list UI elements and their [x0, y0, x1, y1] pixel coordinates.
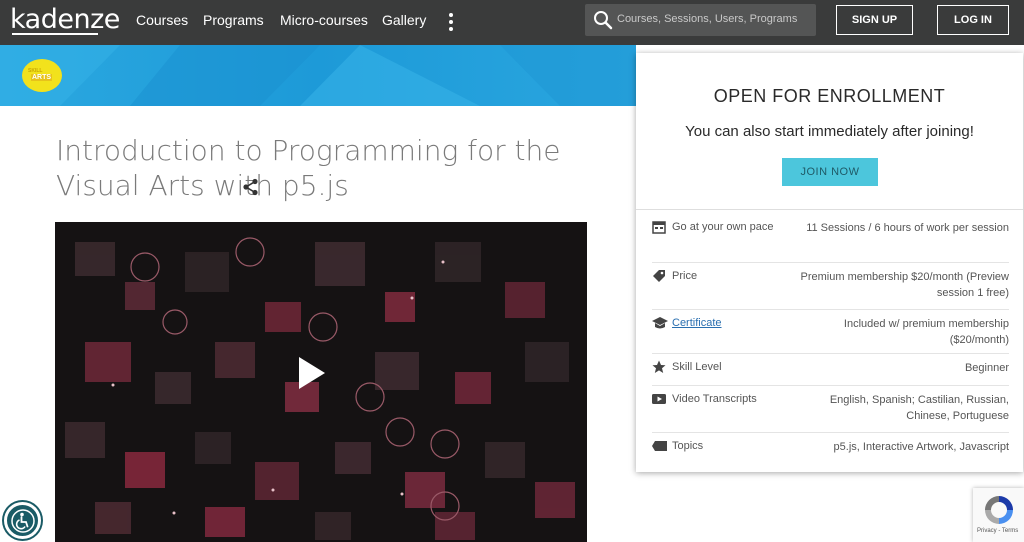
detail-value-certificate: Included w/ premium membership ($20/mont…: [843, 318, 1009, 346]
detail-label-skill-level: Skill Level: [672, 361, 722, 373]
detail-value-pace: 11 Sessions / 6 hours of work per sessio…: [806, 222, 1009, 234]
banner-pattern: [0, 45, 636, 106]
wheelchair-icon: [10, 508, 35, 533]
badge-main-text: ARTS: [31, 74, 53, 81]
detail-value-transcripts: English, Spanish; Castilian, Russian, Ch…: [829, 394, 1009, 422]
detail-value-price: Premium membership $20/month (Preview se…: [800, 271, 1009, 299]
course-title: Introduction to Programming for the Visu…: [56, 134, 561, 202]
detail-label-transcripts: Video Transcripts: [672, 393, 757, 405]
logo-underline: [12, 33, 98, 35]
more-menu-icon[interactable]: [445, 12, 457, 32]
recaptcha-icon: [985, 496, 1013, 524]
recaptcha-footer[interactable]: Privacy - Terms: [977, 528, 1018, 534]
detail-row-certificate: Certificate Included w/ premium membersh…: [652, 312, 1009, 354]
enrollment-card-header: OPEN FOR ENROLLMENT You can also start i…: [636, 53, 1023, 209]
graduation-cap-icon: [652, 317, 668, 329]
play-button-icon[interactable]: [299, 357, 325, 389]
detail-label-pace: Go at your own pace: [672, 221, 774, 233]
star-icon: [652, 360, 666, 373]
enrollment-heading: OPEN FOR ENROLLMENT: [713, 86, 946, 106]
card-divider: [636, 209, 1023, 210]
detail-label-price: Price: [672, 270, 698, 282]
detail-row-skill-level: Skill Level Beginner: [652, 356, 1009, 386]
share-icon[interactable]: [242, 178, 260, 196]
recaptcha-badge[interactable]: Privacy - Terms: [973, 488, 1024, 542]
nav-link-programs[interactable]: Programs: [203, 12, 264, 28]
log-in-button[interactable]: LOG IN: [937, 5, 1009, 35]
enrollment-card: OPEN FOR ENROLLMENT You can also start i…: [636, 53, 1023, 472]
search-icon: [594, 11, 613, 30]
skill-arts-badge: SKILL ARTS: [22, 59, 62, 92]
join-now-button[interactable]: JOIN NOW: [782, 158, 878, 186]
search-placeholder[interactable]: Courses, Sessions, Users, Programs: [617, 13, 797, 25]
detail-label-topics: Topics: [672, 440, 704, 452]
label-icon: [652, 441, 667, 451]
course-banner: [0, 45, 636, 106]
search-bar[interactable]: Courses, Sessions, Users, Programs: [585, 4, 816, 36]
kadenze-logo[interactable]: kadenze: [10, 4, 120, 35]
detail-value-topics: p5.js, Interactive Artwork, Javascript: [833, 441, 1009, 453]
certificate-link[interactable]: Certificate: [672, 312, 782, 334]
calendar-icon: [652, 221, 666, 234]
video-icon: [652, 394, 666, 404]
detail-row-price: Price Premium membership $20/month (Prev…: [652, 265, 1009, 310]
nav-link-micro-courses[interactable]: Micro-courses: [280, 12, 368, 28]
detail-row-topics: Topics p5.js, Interactive Artwork, Javas…: [652, 435, 1009, 465]
detail-row-pace: Go at your own pace 11 Sessions / 6 hour…: [652, 216, 1009, 263]
enrollment-subheading: You can also start immediately after joi…: [685, 123, 974, 140]
price-tag-icon: [653, 270, 665, 282]
nav-link-gallery[interactable]: Gallery: [382, 12, 426, 28]
top-navigation-bar: kadenze Courses Programs Micro-courses G…: [0, 0, 1024, 45]
accessibility-button[interactable]: [4, 502, 41, 539]
detail-value-skill-level: Beginner: [964, 362, 1009, 374]
sign-up-button[interactable]: SIGN UP: [836, 5, 913, 35]
nav-link-courses[interactable]: Courses: [136, 12, 188, 28]
detail-row-transcripts: Video Transcripts English, Spanish; Cast…: [652, 388, 1009, 433]
